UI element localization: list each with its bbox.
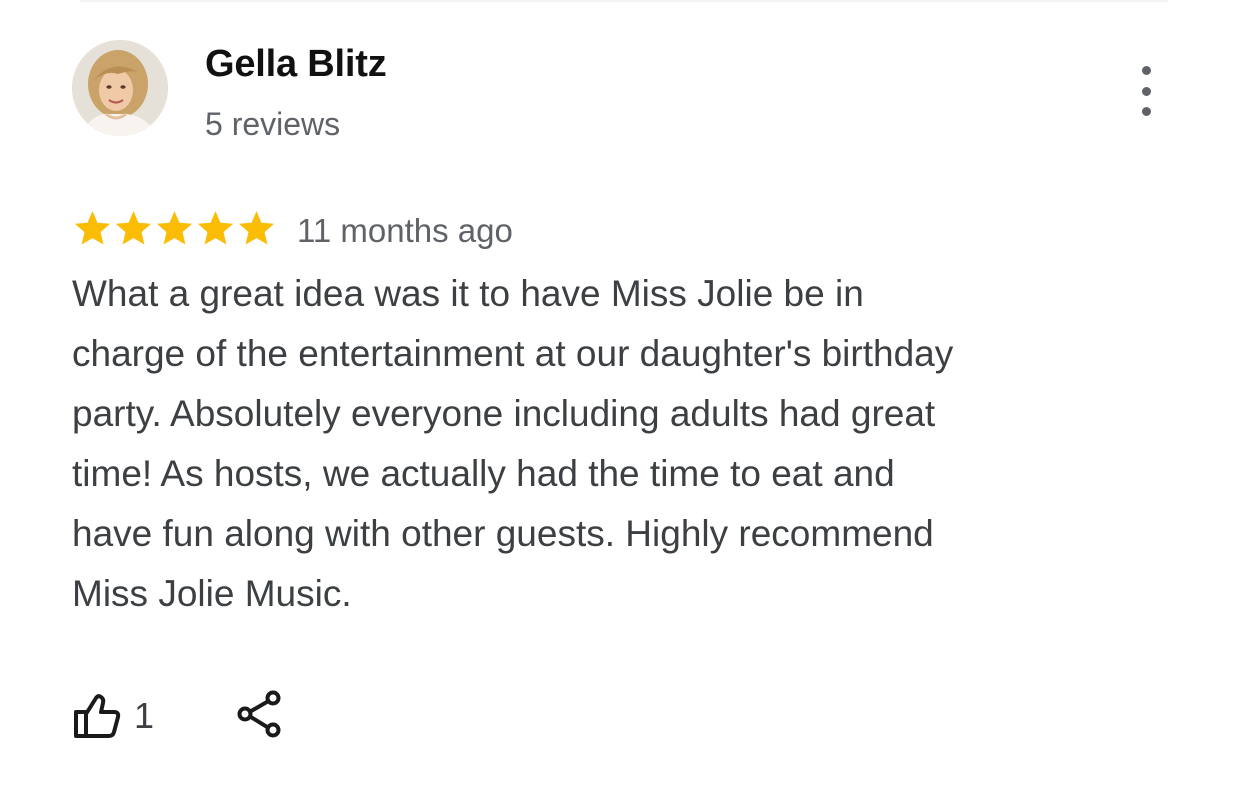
more-vertical-icon-dot [1141,86,1151,96]
star-icon [74,210,111,245]
more-vertical-icon-dot [1141,66,1151,75]
star-icon [156,210,193,245]
avatar-image [72,40,168,136]
top-divider [80,0,1168,2]
share-icon [237,690,281,737]
share-button[interactable] [236,689,282,744]
reviewer-name[interactable]: Gella Blitz [205,43,387,86]
review-actions: 1 [72,686,282,746]
like-button[interactable]: 1 [72,692,154,740]
star-rating [72,208,277,249]
more-vertical-icon-dot [1141,107,1151,116]
review-date: 11 months ago [297,212,513,249]
star-icon [238,210,275,245]
avatar[interactable] [72,40,168,136]
thumbs-up-icon [74,694,121,738]
review-text: What a great idea was it to have Miss Jo… [72,273,954,614]
star-icon [115,210,152,245]
star-icon [197,210,234,245]
like-count: 1 [134,695,155,736]
rating-row: 11 months ago [72,205,513,251]
more-options-button[interactable] [1128,66,1164,116]
reviewer-review-count: 5 reviews [205,106,341,142]
